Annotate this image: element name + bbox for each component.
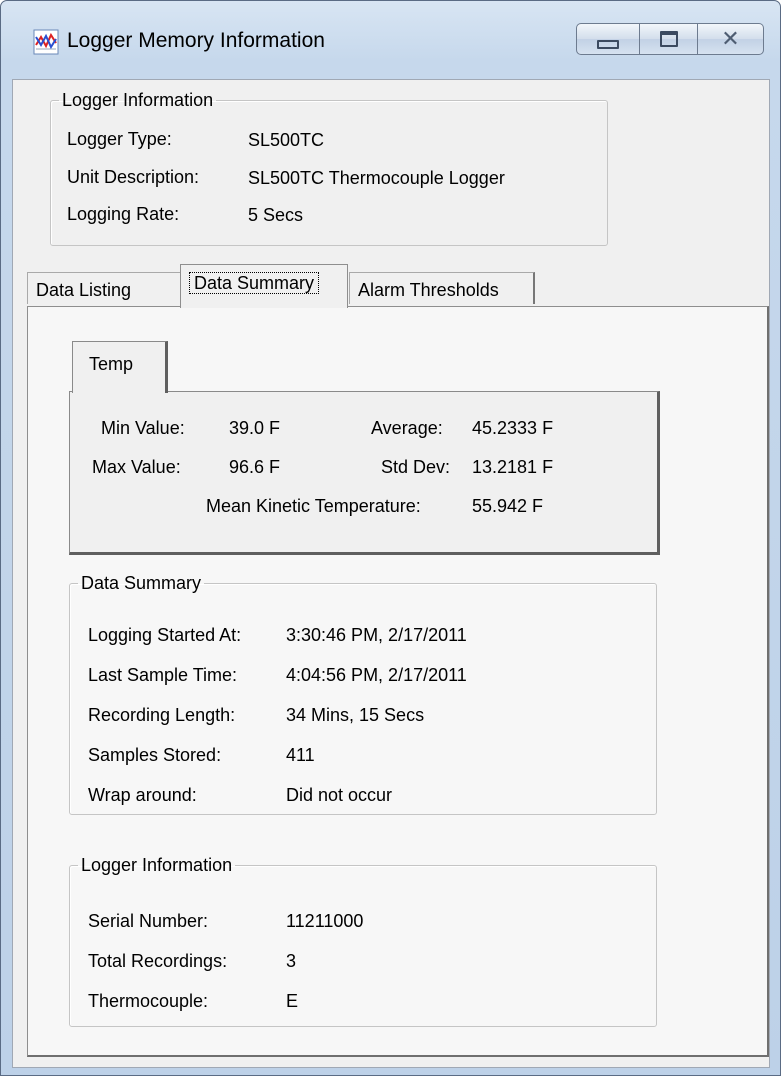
- mean-kinetic-temperature-value: 55.942 F: [472, 496, 544, 516]
- min-value: 39.0 F: [229, 418, 281, 438]
- total-recordings-value: 3: [286, 951, 297, 971]
- logger-type-value: SL500TC: [248, 130, 325, 150]
- data-summary-group: Data Summary: [69, 573, 657, 815]
- thermocouple-label: Thermocouple:: [88, 991, 209, 1011]
- window-title: Logger Memory Information: [67, 29, 325, 52]
- logging-rate-value: 5 Secs: [248, 205, 304, 225]
- close-icon: ✕: [721, 26, 740, 51]
- samples-stored-value: 411: [286, 745, 315, 765]
- data-summary-panel: Temp Min Value: 39.0 F Average: 45.2333 …: [27, 306, 769, 1057]
- minimize-icon: [597, 39, 619, 49]
- last-sample-time-value: 4:04:56 PM, 2/17/2011: [286, 665, 467, 685]
- last-sample-time-label: Last Sample Time:: [88, 665, 238, 685]
- close-button[interactable]: ✕: [698, 23, 764, 55]
- tab-label: Data Summary: [189, 272, 320, 294]
- max-value: 96.6 F: [229, 457, 281, 477]
- wrap-around-label: Wrap around:: [88, 785, 197, 805]
- maximize-icon: [659, 31, 678, 47]
- total-recordings-label: Total Recordings:: [88, 951, 228, 971]
- tab-data-summary[interactable]: Data Summary: [180, 264, 348, 308]
- std-dev-label: Std Dev:: [381, 457, 451, 477]
- wrap-around-value: Did not occur: [286, 785, 393, 805]
- tab-temp[interactable]: Temp: [72, 341, 168, 393]
- mean-kinetic-temperature-label: Mean Kinetic Temperature:: [206, 496, 421, 516]
- recording-length-value: 34 Mins, 15 Secs: [286, 705, 425, 725]
- tab-data-listing[interactable]: Data Listing: [27, 272, 181, 304]
- average-label: Average:: [371, 418, 443, 438]
- temp-panel: Min Value: 39.0 F Average: 45.2333 F Max…: [69, 391, 660, 555]
- unit-description-label: Unit Description:: [67, 167, 200, 187]
- unit-description-value: SL500TC Thermocouple Logger: [248, 168, 505, 188]
- thermocouple-value: E: [286, 991, 299, 1011]
- tab-alarm-thresholds[interactable]: Alarm Thresholds: [349, 272, 535, 304]
- tab-label: Alarm Thresholds: [358, 280, 499, 300]
- group-legend: Data Summary: [81, 573, 202, 593]
- tab-strip: Data Listing Data Summary Alarm Threshol…: [27, 264, 767, 308]
- logger-type-label: Logger Type:: [67, 129, 172, 149]
- tab-label: Data Listing: [36, 280, 132, 300]
- min-value-label: Min Value:: [101, 418, 185, 438]
- logging-started-label: Logging Started At:: [88, 625, 242, 645]
- tab-label: Temp: [89, 354, 134, 374]
- client-area: Logger Information Logger Type: SL500TC …: [12, 79, 770, 1068]
- average-value: 45.2333 F: [472, 418, 554, 438]
- samples-stored-label: Samples Stored:: [88, 745, 222, 765]
- group-legend: Logger Information: [81, 855, 233, 875]
- title-bar[interactable]: Logger Memory Information ✕: [1, 1, 780, 79]
- group-legend: Logger Information: [62, 90, 214, 110]
- recording-length-label: Recording Length:: [88, 705, 236, 725]
- logging-rate-label: Logging Rate:: [67, 204, 180, 224]
- max-value-label: Max Value:: [92, 457, 181, 477]
- chart-app-icon: [33, 29, 59, 55]
- std-dev-value: 13.2181 F: [472, 457, 554, 477]
- maximize-button[interactable]: [640, 23, 698, 55]
- window: Logger Memory Information ✕ Logger Infor…: [0, 0, 781, 1076]
- logging-started-value: 3:30:46 PM, 2/17/2011: [286, 625, 467, 645]
- serial-number-label: Serial Number:: [88, 911, 209, 931]
- minimize-button[interactable]: [576, 23, 640, 55]
- serial-number-value: 11211000: [286, 911, 364, 931]
